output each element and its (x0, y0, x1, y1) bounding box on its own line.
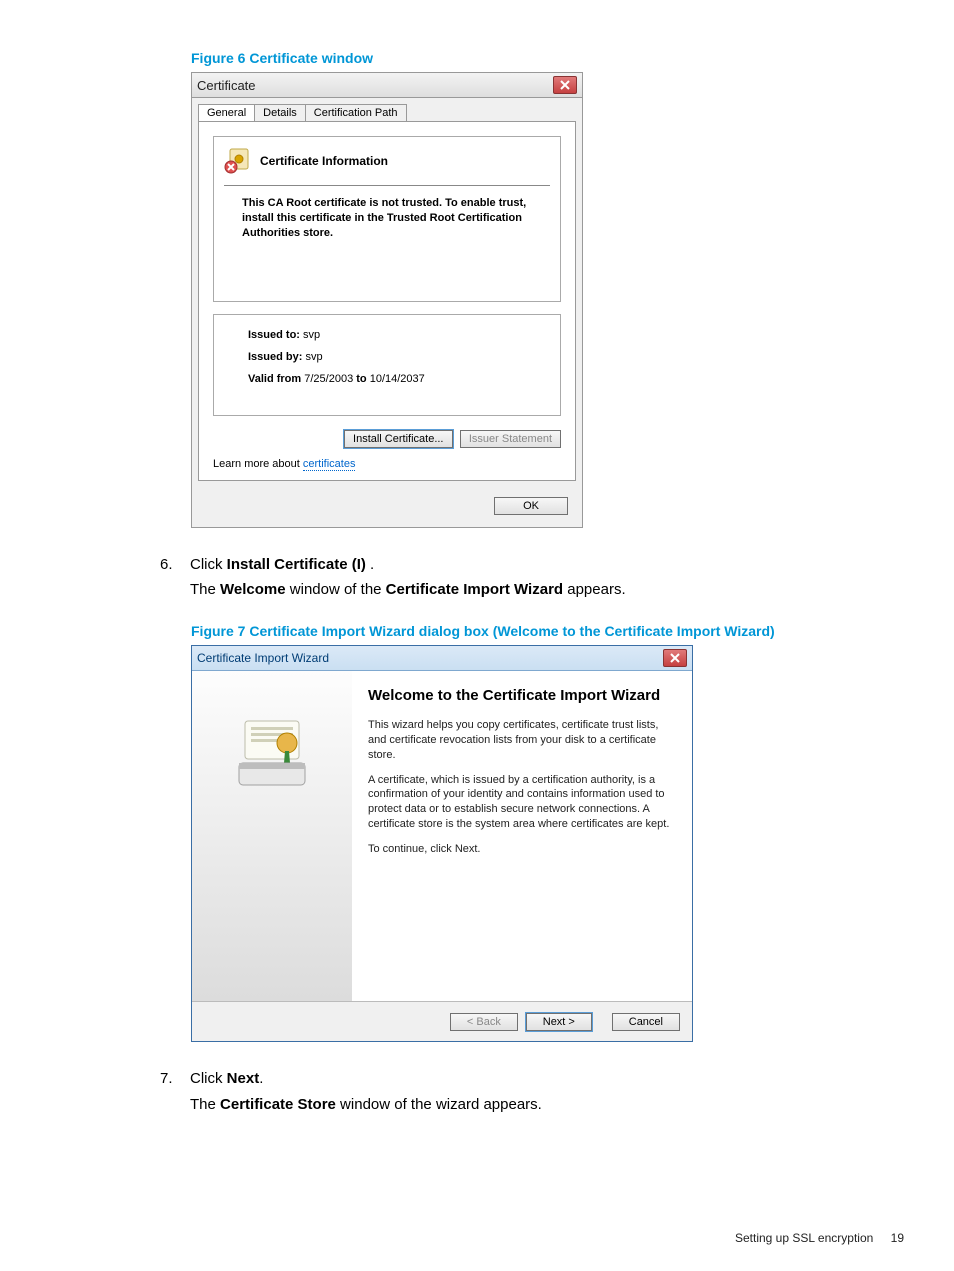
step-6-line1-post: . (366, 556, 374, 573)
learn-more: Learn more about certificates (213, 458, 561, 470)
cert-window-title: Certificate (197, 78, 553, 93)
footer-section: Setting up SSL encryption (735, 1231, 873, 1245)
step-6-line1-bold: Install Certificate (I) (227, 556, 366, 573)
issued-by-label: Issued by: (248, 351, 302, 363)
cert-ok-row: OK (192, 487, 582, 527)
tab-details[interactable]: Details (254, 104, 306, 121)
valid-from-label: Valid from (248, 373, 301, 385)
cert-info-box: Certificate Information This CA Root cer… (213, 136, 561, 302)
step-6-line1-pre: Click (190, 556, 227, 573)
wizard-window-title: Certificate Import Wizard (197, 651, 663, 665)
valid-to-value: 10/14/2037 (370, 373, 425, 385)
ok-button[interactable]: OK (494, 497, 568, 515)
valid-from-value: 7/25/2003 (304, 373, 353, 385)
issued-to-value: svp (303, 329, 320, 341)
cert-titlebar: Certificate (192, 73, 582, 98)
learn-more-link[interactable]: certificates (303, 458, 356, 471)
issued-to-row: Issued to: svp (248, 329, 546, 341)
cancel-button[interactable]: Cancel (612, 1013, 680, 1031)
tab-general[interactable]: General (198, 104, 255, 121)
cert-info-header: Certificate Information (224, 147, 550, 186)
cert-tab-panel: Certificate Information This CA Root cer… (198, 121, 576, 481)
install-certificate-button[interactable]: Install Certificate... (344, 430, 452, 448)
step-6-line2-b1: Welcome (220, 581, 286, 598)
step-6-line2-pre: The (190, 581, 220, 598)
step-6: 6. Click Install Certificate (I) . The W… (160, 554, 844, 606)
wizard-p3: To continue, click Next. (368, 842, 672, 857)
cert-tabs: General Details Certification Path (192, 98, 582, 121)
step-6-line2-b2: Certificate Import Wizard (386, 581, 563, 598)
step-6-line2-mid: window of the (286, 581, 386, 598)
issued-by-row: Issued by: svp (248, 351, 546, 363)
close-icon[interactable] (553, 76, 577, 94)
issuer-statement-button[interactable]: Issuer Statement (460, 430, 561, 448)
wizard-heading: Welcome to the Certificate Import Wizard (368, 687, 672, 704)
certificate-window: Certificate General Details Certificatio… (191, 72, 583, 528)
wizard-button-row: < Back Next > Cancel (192, 1001, 692, 1041)
wizard-body: Welcome to the Certificate Import Wizard… (192, 671, 692, 1001)
footer: Setting up SSL encryption 19 (735, 1231, 904, 1245)
step-7: 7. Click Next. The Certificate Store win… (160, 1068, 844, 1120)
step-6-number: 6. (160, 554, 190, 606)
cert-button-row: Install Certificate... Issuer Statement (213, 430, 561, 448)
footer-page-number: 19 (891, 1231, 904, 1245)
step-7-number: 7. (160, 1068, 190, 1120)
certificate-import-icon (227, 715, 317, 795)
wizard-p1: This wizard helps you copy certificates,… (368, 718, 672, 763)
wizard-window: Certificate Import Wizard Welcom (191, 645, 693, 1042)
step-7-line2-post: window of the wizard appears. (336, 1096, 542, 1113)
issued-to-label: Issued to: (248, 329, 300, 341)
wizard-p2: A certificate, which is issued by a cert… (368, 773, 672, 832)
step-7-line1-pre: Click (190, 1070, 227, 1087)
valid-to-label: to (356, 373, 366, 385)
figure-7-caption: Figure 7 Certificate Import Wizard dialo… (191, 623, 904, 639)
step-7-line1-post: . (259, 1070, 263, 1087)
step-7-line2-pre: The (190, 1096, 220, 1113)
wizard-titlebar: Certificate Import Wizard (192, 646, 692, 671)
cert-details-box: Issued to: svp Issued by: svp Valid from… (213, 314, 561, 416)
cert-info-heading: Certificate Information (260, 154, 388, 168)
learn-more-text: Learn more about (213, 458, 303, 470)
tab-certification-path[interactable]: Certification Path (305, 104, 407, 121)
certificate-warning-icon (224, 147, 252, 175)
step-6-content: Click Install Certificate (I) . The Welc… (190, 554, 626, 606)
step-6-line2-post: appears. (563, 581, 626, 598)
issued-by-value: svp (305, 351, 322, 363)
back-button[interactable]: < Back (450, 1013, 518, 1031)
step-7-line2-b1: Certificate Store (220, 1096, 336, 1113)
wizard-side-graphic (192, 671, 352, 1001)
step-7-content: Click Next. The Certificate Store window… (190, 1068, 542, 1120)
next-button[interactable]: Next > (526, 1013, 592, 1031)
figure-6-caption: Figure 6 Certificate window (191, 50, 904, 66)
valid-from-row: Valid from 7/25/2003 to 10/14/2037 (248, 373, 546, 385)
close-icon[interactable] (663, 649, 687, 667)
wizard-main: Welcome to the Certificate Import Wizard… (352, 671, 692, 1001)
cert-trust-message: This CA Root certificate is not trusted.… (242, 196, 540, 241)
step-7-line1-bold: Next (227, 1070, 260, 1087)
